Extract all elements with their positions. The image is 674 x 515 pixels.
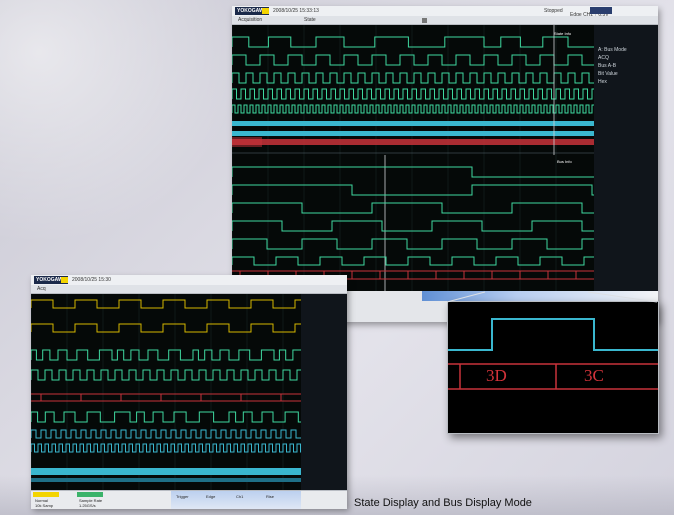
large-scope-mode-label: State (304, 17, 316, 23)
large-scope-timestamp: 2008/10/25 15:33:13 (273, 8, 319, 14)
bottom-label-1: 10k Samp (35, 503, 54, 508)
large-state-4 (232, 220, 594, 232)
zoom-waveform (448, 318, 658, 390)
small-trace-yellow-2 (31, 323, 301, 333)
small-trace-4 (31, 429, 301, 439)
small-scope-timestamp: 2008/10/25 15:30 (72, 277, 111, 283)
bottom-tag-green[interactable] (77, 492, 103, 497)
large-scope-subbar: Acquisition State (232, 16, 658, 25)
bottom-label-5: Edge (206, 494, 216, 499)
bottom-label-7: Rise (266, 494, 275, 499)
large-state-1 (232, 166, 594, 178)
large-trace-2 (232, 54, 594, 66)
large-scope-status-dot (262, 8, 269, 14)
upper-marker-label: State Info (554, 31, 572, 36)
small-scope-waveform-area (31, 294, 301, 490)
bottom-tag-yellow[interactable] (33, 492, 59, 497)
large-bus-red-band (232, 139, 594, 145)
large-scope-slider[interactable] (422, 18, 427, 23)
large-scope-menu-button[interactable] (590, 7, 612, 14)
large-scope-softkey-strip[interactable] (422, 291, 658, 301)
bottom-label-6: Ch1 (236, 494, 244, 499)
small-bus-band (31, 468, 301, 475)
small-scope-bottom-bar: Normal 10k Samp Sample Rate 1.25GS/s Tri… (31, 490, 347, 509)
small-trace-5 (31, 443, 301, 453)
large-state-6 (232, 256, 594, 266)
background-gloss (0, 0, 260, 260)
side-item-0[interactable]: A: Bus Mode (598, 47, 627, 54)
large-state-3 (232, 202, 594, 214)
large-trace-3 (232, 72, 594, 84)
small-trace-2 (31, 369, 301, 381)
small-trace-1 (31, 349, 301, 361)
small-trace-3 (31, 411, 301, 423)
large-scope-waveform-area: State Info Bus Info (232, 25, 594, 291)
caption-text: State Display and Bus Display Mode (354, 497, 532, 509)
zoom-detail-panel: 3D 3C (447, 301, 659, 434)
small-bus-band-2 (31, 478, 301, 482)
bottom-label-3: 1.25GS/s (79, 503, 96, 508)
large-scope-waveforms (232, 25, 594, 291)
small-scope-waveforms (31, 294, 301, 490)
large-trace-1 (232, 36, 594, 48)
small-scope-subbar: Acq (31, 285, 347, 294)
side-item-3[interactable]: Bit Value (598, 71, 618, 78)
bottom-label-4: Trigger (176, 494, 189, 499)
zoom-bus-value-1: 3C (584, 366, 604, 385)
small-trace-yellow-1 (31, 299, 301, 309)
small-scope-acq-label: Acq (37, 286, 46, 292)
large-trace-4 (232, 88, 594, 100)
large-scope-run-state: Stopped (544, 8, 563, 14)
large-scope-acq-label: Acquisition (238, 17, 263, 23)
large-trace-5 (232, 104, 594, 114)
zoom-bus-value-0: 3D (486, 366, 507, 385)
large-scope-side-panel: A: Bus Mode ACQ Bus A-B Bit Value Hex (594, 25, 658, 291)
large-state-5 (232, 238, 594, 250)
side-item-4[interactable]: Hex (598, 79, 607, 86)
large-bus-band-1 (232, 121, 594, 126)
zoom-logic-trace (448, 318, 658, 351)
large-state-2 (232, 184, 594, 196)
side-item-1[interactable]: ACQ (598, 55, 609, 62)
small-scope-status-dot (61, 277, 68, 283)
lower-marker-label: Bus Info (557, 159, 572, 164)
small-scope-window: YOKOGAWA 2008/10/25 15:30 Acq Normal 10k… (31, 275, 347, 509)
small-scope-side-panel (301, 294, 347, 490)
side-item-2[interactable]: Bus A-B (598, 63, 616, 70)
large-bus-tag (232, 137, 262, 147)
large-bus-band-2 (232, 131, 594, 136)
